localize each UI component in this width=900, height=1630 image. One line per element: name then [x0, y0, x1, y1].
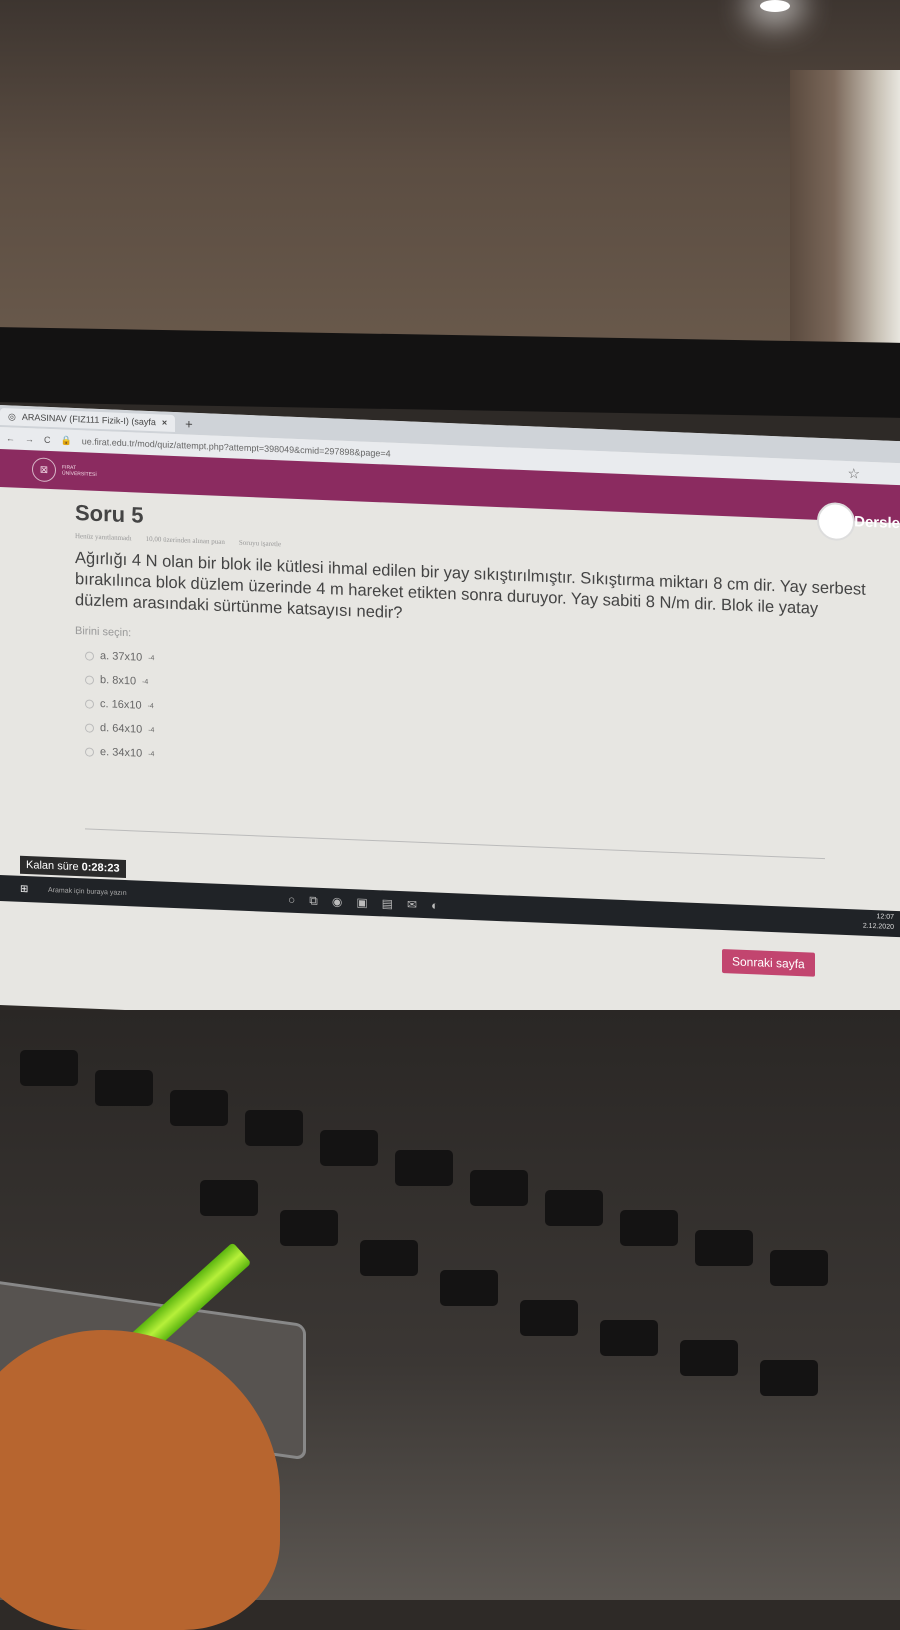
clock-date: 2.12.2020	[862, 922, 894, 931]
keyboard-key	[680, 1340, 738, 1376]
tab-title: ARASINAV (FIZ111 Fizik-I) (sayfa	[21, 411, 156, 428]
windows-taskbar: ⊞ Aramak için buraya yazın ○ ⧉ ◉ ▣ ▤ ✉ ◐…	[0, 875, 900, 938]
taskbar-apps: ○ ⧉ ◉ ▣ ▤ ✉ ◐	[288, 892, 438, 913]
tab-close-icon[interactable]: ×	[162, 418, 167, 428]
radio-button[interactable]	[85, 722, 94, 733]
back-arrow-icon[interactable]: ←	[6, 433, 15, 443]
courses-menu[interactable]: Dersle	[854, 513, 900, 532]
keyboard-key	[320, 1130, 378, 1166]
keyboard-key	[170, 1090, 228, 1126]
divider	[85, 828, 825, 860]
keyboard-key	[20, 1050, 78, 1086]
keyboard-key	[440, 1270, 498, 1306]
logo-text: FIRAT ÜNİVERSİTESİ	[62, 464, 97, 478]
chrome-icon[interactable]: ◉	[332, 894, 342, 909]
keyboard-key	[200, 1180, 258, 1216]
forward-arrow-icon[interactable]: →	[25, 434, 34, 444]
keyboard-key	[245, 1110, 303, 1146]
explorer-icon[interactable]: ▤	[382, 896, 393, 911]
cortana-icon[interactable]: ○	[288, 892, 295, 907]
radio-button[interactable]	[85, 650, 94, 661]
store-icon[interactable]: ▣	[356, 895, 367, 910]
tab-favicon-icon: ◎	[8, 410, 16, 422]
laptop-bezel	[0, 327, 900, 418]
mail-icon[interactable]: ✉	[407, 897, 417, 912]
university-logo-icon[interactable]: ⊠	[32, 457, 56, 483]
keyboard-key	[360, 1240, 418, 1276]
keyboard-key	[520, 1300, 578, 1336]
question-status: Henüz yanıtlanmadı	[75, 532, 132, 543]
keyboard-key	[395, 1150, 453, 1186]
radio-button[interactable]	[85, 746, 94, 757]
avatar[interactable]	[817, 501, 855, 542]
keyboard-key	[600, 1320, 658, 1356]
edge-icon[interactable]: ◐	[431, 898, 438, 913]
time-remaining: Kalan süre 0:28:23	[20, 855, 126, 879]
taskbar-search-input[interactable]: Aramak için buraya yazın	[48, 886, 248, 901]
new-tab-icon[interactable]: +	[185, 416, 193, 431]
keyboard-key	[280, 1210, 338, 1246]
keyboard-key	[470, 1170, 528, 1206]
keyboard-key	[545, 1190, 603, 1226]
radio-button[interactable]	[85, 674, 94, 685]
windows-start-icon[interactable]: ⊞	[20, 883, 38, 895]
keyboard-key	[95, 1070, 153, 1106]
curtain	[790, 70, 900, 360]
lock-icon: 🔒	[60, 434, 72, 446]
radio-button[interactable]	[85, 698, 94, 709]
quiz-content: Soru 5 Henüz yanıtlanmadı 10,00 üzerinde…	[0, 487, 900, 790]
keyboard-key	[620, 1210, 678, 1246]
next-page-button[interactable]: Sonraki sayfa	[722, 948, 815, 977]
keyboard-key	[760, 1360, 818, 1396]
question-points: 10,00 üzerinden alınan puan	[145, 534, 225, 547]
task-view-icon[interactable]: ⧉	[309, 893, 318, 908]
keyboard-key	[695, 1230, 753, 1266]
flag-question-link[interactable]: Soruyu işaretle	[239, 539, 281, 549]
room-wall	[0, 0, 900, 360]
laptop-screen: ◎ ARASINAV (FIZ111 Fizik-I) (sayfa × + ←…	[0, 405, 900, 1042]
system-tray: 12:07 2.12.2020	[863, 912, 894, 933]
reload-icon[interactable]: C	[44, 435, 51, 445]
bookmark-star-icon[interactable]: ☆	[847, 465, 860, 483]
keyboard-key	[770, 1250, 828, 1286]
ceiling-lamp	[760, 0, 790, 12]
